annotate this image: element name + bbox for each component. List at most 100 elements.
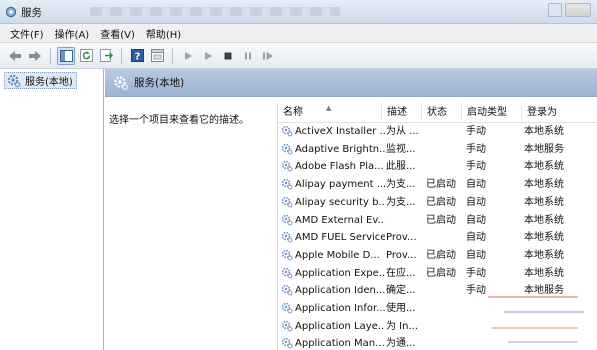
service-row[interactable]: ActiveX Installer ... 为从 ... 手动 本地系统: [278, 123, 597, 141]
service-startup-type: 手动: [466, 126, 486, 137]
service-gear-icon: [281, 161, 293, 172]
service-description: 在应...: [386, 267, 416, 279]
service-logon-as: 本地系统: [524, 126, 564, 137]
stop-service-icon[interactable]: [219, 47, 237, 65]
column-header-description[interactable]: 描述: [382, 103, 422, 123]
service-status: 已启动: [426, 196, 456, 208]
services-icon: [114, 75, 129, 90]
service-status: 已启动: [426, 267, 456, 279]
console-tree: 服务(本地): [0, 69, 104, 350]
service-description: 为支...: [386, 179, 416, 191]
service-row[interactable]: Adaptive Brightn... 监视... 手动 本地服务: [278, 141, 597, 159]
menu-action[interactable]: 操作(A): [51, 26, 97, 41]
close-button[interactable]: [565, 3, 591, 17]
pause-service-icon[interactable]: [239, 47, 257, 65]
service-row[interactable]: Alipay payment ... 为支... 已启动 自动 本地系统: [278, 176, 597, 194]
service-gear-icon: [281, 320, 293, 332]
service-row[interactable]: Apple Mobile D... Prov... 已启动 自动 本地系统: [278, 247, 597, 265]
image-artifact: [492, 327, 578, 329]
service-gear-icon: [281, 285, 293, 296]
service-logon-as: 本地系统: [524, 232, 564, 244]
minimize-button[interactable]: [548, 3, 562, 17]
service-startup-type: 手动: [466, 161, 486, 173]
help-icon[interactable]: ?: [128, 47, 146, 65]
column-header-startup-type[interactable]: 启动类型: [462, 103, 522, 123]
service-name: Application Iden...: [281, 282, 385, 299]
service-logon-as: 本地服务: [524, 143, 564, 155]
service-description: 此服...: [386, 161, 416, 173]
service-row[interactable]: Application Expe... 在应... 已启动 手动 本地系统: [278, 265, 597, 283]
toolbar-separator: [172, 47, 173, 64]
service-gear-icon: [281, 249, 293, 261]
service-row[interactable]: Application Infor... 使用...: [278, 300, 597, 318]
start-service-icon[interactable]: [179, 47, 197, 65]
services-pane-header: 服务(本地): [105, 69, 597, 97]
service-row[interactable]: Adobe Flash Pla... 此服... 手动 本地系统: [278, 158, 597, 176]
service-name: AMD External Ev...: [281, 212, 385, 229]
service-status: 已启动: [426, 179, 456, 191]
restart-service-icon[interactable]: [259, 47, 277, 65]
service-name: Application Laye...: [281, 318, 385, 335]
description-hint: 选择一个项目来查看它的描述。: [109, 115, 249, 126]
column-header-status[interactable]: 状态: [422, 103, 462, 123]
service-gear-icon: [281, 178, 293, 190]
menu-bar: 文件(F) 操作(A) 查看(V) 帮助(H): [0, 24, 597, 43]
start-service-alt-icon[interactable]: [199, 47, 217, 65]
toolbar-separator: [121, 47, 122, 64]
tree-item-services-local[interactable]: 服务(本地): [4, 72, 77, 89]
description-panel: 选择一个项目来查看它的描述。: [105, 97, 277, 350]
service-logon-as: 本地系统: [524, 179, 564, 191]
title-path-blur: [90, 7, 340, 16]
service-description: 为支...: [386, 196, 416, 208]
service-status: [426, 300, 462, 317]
service-gear-icon: [281, 214, 293, 225]
service-description: [386, 212, 422, 229]
toolbar: ?: [0, 43, 597, 69]
service-name: Alipay payment ...: [281, 176, 385, 193]
tree-item-label: 服务(本地): [25, 77, 73, 88]
service-description: 确定...: [386, 285, 416, 297]
refresh-icon[interactable]: [77, 47, 95, 65]
menu-file[interactable]: 文件(F): [6, 26, 51, 41]
service-startup-type: 自动: [466, 232, 486, 244]
service-name: Application Expe...: [281, 265, 385, 282]
services-app-icon: [5, 6, 17, 18]
service-row[interactable]: AMD External Ev... 已启动 自动 本地系统: [278, 212, 597, 230]
menu-view[interactable]: 查看(V): [96, 26, 142, 41]
service-startup-type: [466, 300, 522, 317]
service-row[interactable]: Alipay security b... 为支... 已启动 自动 本地系统: [278, 194, 597, 212]
service-logon-as: 本地系统: [524, 161, 564, 173]
column-header-logon-as[interactable]: 登录为: [522, 103, 597, 123]
service-status: [426, 229, 462, 246]
service-logon-as: 本地系统: [524, 249, 564, 261]
column-header-name[interactable]: ▲ 名称: [278, 103, 382, 123]
export-list-icon[interactable]: [97, 47, 115, 65]
service-logon-as: 本地系统: [524, 214, 564, 226]
svg-text:?: ?: [134, 52, 140, 63]
forward-icon[interactable]: [26, 47, 44, 65]
table-header: ▲ 名称 描述 状态 启动类型 登录为: [278, 103, 597, 123]
sort-ascending-icon: ▲: [326, 104, 332, 112]
services-table: ▲ 名称 描述 状态 启动类型 登录为 ActiveX Installer ..…: [277, 103, 597, 350]
service-description: 为从 ...: [386, 126, 419, 137]
service-status: 已启动: [426, 249, 456, 261]
service-name: ActiveX Installer ...: [281, 123, 385, 140]
toolbar-separator: [50, 47, 51, 64]
service-description: 为 In...: [386, 320, 419, 332]
service-status: [426, 282, 462, 299]
window-title: 服务: [21, 7, 42, 19]
back-icon[interactable]: [6, 47, 24, 65]
service-name: Apple Mobile D...: [281, 247, 385, 264]
services-icon: [7, 74, 21, 88]
service-gear-icon: [281, 231, 293, 243]
service-name: Alipay security b...: [281, 194, 385, 211]
menu-help[interactable]: 帮助(H): [142, 26, 188, 41]
service-logon-as: [524, 300, 594, 317]
service-logon-as: 本地系统: [524, 196, 564, 208]
pane-title: 服务(本地): [134, 77, 185, 89]
show-hide-tree-icon[interactable]: [57, 46, 75, 65]
properties-icon[interactable]: [148, 47, 166, 65]
service-description: Prov...: [386, 232, 417, 244]
service-row[interactable]: AMD FUEL Service Prov... 自动 本地系统: [278, 229, 597, 247]
service-status: 已启动: [426, 214, 456, 226]
